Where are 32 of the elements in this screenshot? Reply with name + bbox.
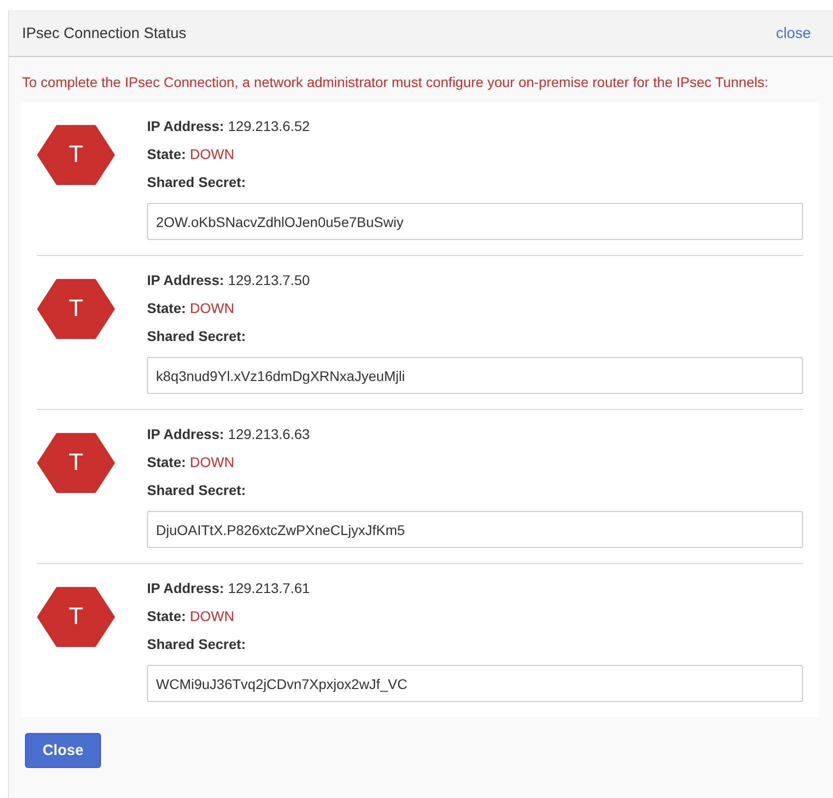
tunnel-badge: T	[37, 433, 115, 493]
state-label: State:	[147, 608, 186, 624]
ip-label: IP Address:	[147, 118, 224, 134]
tunnel-badge: T	[37, 279, 115, 339]
secret-label: Shared Secret:	[147, 328, 246, 344]
secret-label: Shared Secret:	[147, 482, 246, 498]
state-value: DOWN	[190, 454, 234, 470]
ip-value: 129.213.6.52	[228, 118, 310, 134]
state-value: DOWN	[190, 300, 234, 316]
secret-label: Shared Secret:	[147, 174, 246, 190]
ip-value: 129.213.7.50	[228, 272, 310, 288]
state-value: DOWN	[190, 608, 234, 624]
state-label: State:	[147, 300, 186, 316]
instruction-message: To complete the IPsec Connection, a network administrator must configure your on-premise router for the IPsec Tunnels:	[21, 73, 770, 92]
state-label: State:	[147, 454, 186, 470]
state-label: State:	[147, 146, 186, 162]
ip-value: 129.213.7.61	[228, 580, 310, 596]
dialog-title: IPsec Connection Status	[22, 24, 186, 42]
close-link[interactable]: close	[776, 24, 811, 42]
tunnel-badge: T	[37, 587, 115, 647]
secret-field[interactable]: 2OW.oKbSNacvZdhlOJen0u5e7BuSwiy	[147, 203, 803, 240]
secret-field[interactable]: k8q3nud9Yl.xVz16dmDgXRNxaJyeuMjli	[147, 357, 803, 394]
ip-value: 129.213.6.63	[228, 426, 310, 442]
tunnel-badge: T	[37, 125, 115, 185]
secret-field[interactable]: WCMi9uJ36Tvq2jCDvn7Xpxjox2wJf_VC	[147, 665, 803, 702]
ip-label: IP Address:	[147, 580, 224, 596]
close-button[interactable]: Close	[25, 733, 101, 768]
secret-field[interactable]: DjuOAITtX.P826xtcZwPXneCLjyxJfKm5	[147, 511, 803, 548]
secret-label: Shared Secret:	[147, 636, 246, 652]
ip-label: IP Address:	[147, 426, 224, 442]
state-value: DOWN	[190, 146, 234, 162]
ip-label: IP Address:	[147, 272, 224, 288]
